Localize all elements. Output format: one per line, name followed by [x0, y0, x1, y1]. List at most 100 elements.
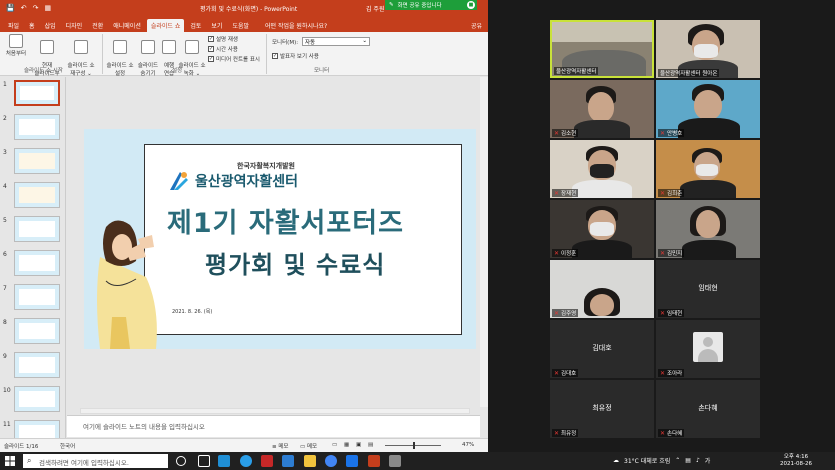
slide-thumbnail[interactable]	[14, 284, 60, 310]
normal-view-icon[interactable]: ▭	[332, 442, 337, 448]
mic-muted-icon: ✕	[554, 369, 560, 377]
reading-view-icon[interactable]: ▣	[356, 442, 361, 448]
participant-tile[interactable]: ✕ 김주영	[550, 260, 654, 318]
task-view-icon[interactable]	[198, 455, 210, 467]
horizontal-scrollbar[interactable]	[80, 408, 470, 414]
participant-tile[interactable]: 김대호 ✕ 김대호	[550, 320, 654, 378]
tell-me-search[interactable]: 어떤 작업을 원하시나요?	[261, 19, 331, 32]
tab-insert[interactable]: 삽입	[41, 19, 60, 32]
chrome-icon[interactable]	[325, 455, 337, 467]
use-timings-checkbox[interactable]: ✓ 시간 사용	[208, 45, 238, 53]
hide-slide-button[interactable]: 슬라이드 숨기기	[134, 34, 162, 77]
user-name[interactable]: 김 주원	[366, 4, 384, 13]
slide-sorter-icon[interactable]: ▦	[344, 442, 349, 448]
clock-time: 오후 4:16	[783, 454, 809, 460]
tray-chevron-icon[interactable]: ⌃	[675, 457, 680, 464]
setup-show-button[interactable]: 슬라이드 쇼 설정	[106, 34, 134, 77]
tab-view[interactable]: 보기	[207, 19, 226, 32]
participant-tile[interactable]: ✕ 안병호	[656, 80, 760, 138]
participant-tile[interactable]: ✕ 조아라	[656, 320, 760, 378]
antivirus-icon[interactable]	[261, 455, 273, 467]
slideshow-view-icon[interactable]: ▤	[368, 442, 373, 448]
media-controls-checkbox[interactable]: ✓ 미디어 컨트롤 표시	[208, 55, 260, 63]
zoom-slider[interactable]	[385, 442, 441, 449]
slide-title-card: 한국자활복지개발원 울산광역자활센터 제1기 자활서포터즈 평가회 및 수료식 …	[144, 144, 462, 335]
slide-thumbnail[interactable]	[14, 318, 60, 344]
mic-muted-icon: ✕	[554, 429, 560, 437]
play-narrations-checkbox[interactable]: ✓ 설명 재생	[208, 35, 238, 43]
windows-start-icon[interactable]	[5, 456, 15, 466]
tab-animations[interactable]: 애니메이션	[109, 19, 145, 32]
tab-transitions[interactable]: 전환	[88, 19, 107, 32]
monitor-select[interactable]: 자동 ⌄	[302, 37, 370, 46]
messenger-icon[interactable]	[346, 455, 358, 467]
screen-share-banner[interactable]: ✎ 화면 공유 중입니다 ■	[385, 0, 477, 10]
present-icon[interactable]: ▦	[44, 4, 51, 12]
record-show-button[interactable]: 슬라이드 쇼 녹화 ⌄	[178, 34, 206, 77]
current-slide[interactable]: 한국자활복지개발원 울산광역자활센터 제1기 자활서포터즈 평가회 및 수료식 …	[84, 129, 476, 349]
ime-indicator[interactable]: 가	[705, 456, 711, 465]
from-beginning-button[interactable]: 처음부터	[4, 34, 28, 57]
zoom-app-icon[interactable]	[240, 455, 252, 467]
zoom-gallery: 울산광역자활센터 울산광역자활센터 원아온 ✕ 김소현 ✕ 안병호 ✕ 장재현 ✕ 김희…	[488, 0, 835, 452]
slide-thumbnail[interactable]	[14, 114, 60, 140]
language-indicator[interactable]: 한국어	[60, 442, 75, 450]
slide-thumbnail[interactable]	[14, 352, 60, 378]
mic-muted-icon: ✕	[660, 189, 666, 197]
participant-tile[interactable]: ✕ 김희춘	[656, 140, 760, 198]
participant-tile[interactable]: 울산광역자활센터	[550, 20, 654, 78]
participant-display-name: 임태현	[698, 284, 718, 292]
comments-toggle[interactable]: ▭ 메모	[300, 442, 317, 450]
tab-help[interactable]: 도움말	[228, 19, 253, 32]
participant-tile[interactable]: 손다혜 ✕ 손다혜	[656, 380, 760, 438]
volume-icon[interactable]: ♪	[696, 457, 700, 464]
slide-thumbnail[interactable]	[14, 182, 60, 208]
tab-slideshow[interactable]: 슬라이드 쇼	[146, 19, 185, 32]
hide-slide-icon	[141, 40, 155, 54]
participant-tile[interactable]: ✕ 이정훈	[550, 200, 654, 258]
browser-icon[interactable]	[282, 455, 294, 467]
custom-show-button[interactable]: 슬라이드 쇼 재구성 ⌄	[64, 34, 98, 77]
participant-tile[interactable]: ✕ 장재현	[550, 140, 654, 198]
cortana-icon[interactable]	[176, 456, 186, 466]
thumb-number: 6	[3, 251, 7, 258]
participant-tile[interactable]: 울산광역자활센터 원아온	[656, 20, 760, 78]
presenter-view-checkbox[interactable]: ✓ 발표자 보기 사용	[272, 52, 319, 60]
participant-tile[interactable]: ✕ 김민지	[656, 200, 760, 258]
tab-review[interactable]: 검토	[186, 19, 205, 32]
file-explorer-icon[interactable]	[304, 455, 316, 467]
zoom-level[interactable]: 47%	[462, 442, 474, 448]
app-icon[interactable]	[389, 455, 401, 467]
slide-thumbnail[interactable]	[14, 250, 60, 276]
participant-tile[interactable]: 임태현 ✕ 임태현	[656, 260, 760, 318]
slide-thumbnail[interactable]	[14, 216, 60, 242]
save-icon[interactable]: 💾	[6, 4, 15, 12]
tab-design[interactable]: 디자인	[62, 19, 87, 32]
participant-display-name: 김대호	[592, 344, 612, 352]
vertical-scrollbar[interactable]	[480, 77, 488, 407]
slide-thumbnail[interactable]	[14, 148, 60, 174]
powerpoint-icon[interactable]	[368, 455, 380, 467]
weather-text[interactable]: 31°C 대체로 흐림	[624, 456, 670, 465]
powerpoint-window: 💾 ↶ ↷ ▦ 평가회 및 수료식(화면) - PowerPoint 김 주원 …	[0, 0, 488, 452]
tab-file[interactable]: 파일	[4, 19, 23, 32]
redo-icon[interactable]: ↷	[33, 4, 39, 12]
slide-thumbnail[interactable]	[14, 386, 60, 412]
share-button[interactable]: 공유	[465, 19, 488, 32]
participant-tile[interactable]: 최유정 ✕ 최유정	[550, 380, 654, 438]
monitor-select-value: 자동	[305, 40, 316, 46]
slide-date: 2021. 8. 26. (목)	[172, 309, 213, 315]
tab-home[interactable]: 홈	[25, 19, 39, 32]
participant-tile[interactable]: ✕ 김소현	[550, 80, 654, 138]
taskbar-search-input[interactable]: ⌕ 검색하려면 여기에 입력하십시오.	[23, 454, 168, 468]
clock[interactable]: 오후 4:16 2021-08-26	[780, 454, 812, 468]
stop-share-icon[interactable]: ■	[467, 1, 475, 9]
participant-name-tag: ✕ 김민지	[658, 249, 685, 257]
slide-thumbnail[interactable]	[14, 420, 60, 438]
edge-icon[interactable]	[218, 455, 230, 467]
undo-icon[interactable]: ↶	[21, 4, 27, 12]
notes-pane[interactable]: 여기에 슬라이드 노트의 내용을 입력하십시오	[67, 415, 480, 437]
network-icon[interactable]: ▤	[685, 457, 691, 464]
notes-toggle[interactable]: ≡ 메모	[272, 442, 288, 450]
slide-thumbnail[interactable]	[14, 80, 60, 106]
